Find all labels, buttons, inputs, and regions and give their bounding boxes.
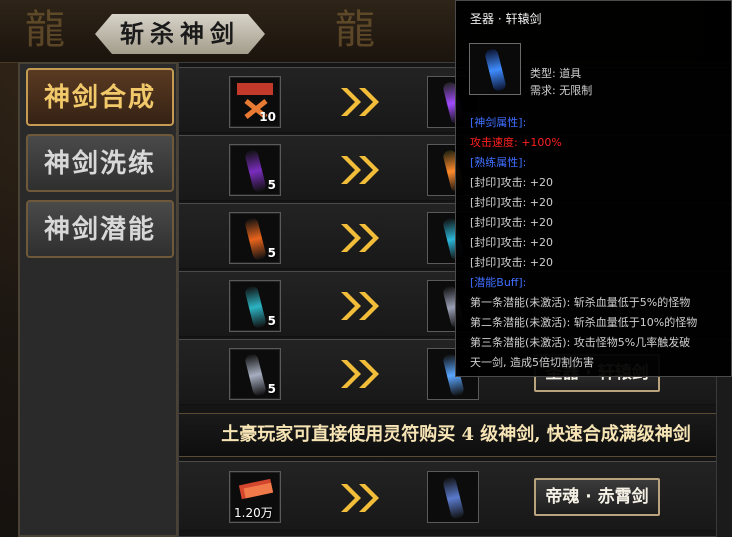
dragon-right-icon: 龍 [335, 7, 375, 53]
tooltip-line: 第二条潜能(未激活): 斩杀血量低于10%的怪物 [470, 316, 698, 329]
tooltip-line: 天一剑, 造成5倍切割伤害 [470, 356, 594, 369]
tab-synthesis[interactable]: 神剑合成 [26, 68, 174, 126]
side-strip [716, 377, 732, 537]
target-slot[interactable] [427, 471, 479, 523]
material-slot[interactable]: 5 [229, 348, 281, 400]
tab-refine[interactable]: 神剑洗练 [26, 134, 174, 192]
purple-sword-icon [244, 149, 267, 193]
price-label: 1.20万 [234, 506, 273, 520]
tab-panel: 神剑合成 神剑洗练 神剑潜能 [18, 62, 178, 537]
tooltip-title: 圣器 · 轩辕剑 [470, 12, 542, 26]
material-slot[interactable]: 5 [229, 144, 281, 196]
material-slot[interactable]: 5 [229, 280, 281, 332]
tooltip-line: [封印]攻击: +20 [470, 236, 553, 249]
material-qty: 5 [267, 178, 276, 192]
tooltip-line: 第三条潜能(未激活): 攻击怪物5%几率触发破 [470, 336, 691, 349]
cyan-sword-icon [244, 285, 267, 329]
tooltip-line: [神剑属性]: [470, 116, 527, 129]
material-qty: 10 [259, 110, 276, 124]
arrow-icon [341, 484, 379, 512]
tooltip-line: [封印]攻击: +20 [470, 196, 553, 209]
material-qty: 5 [267, 246, 276, 260]
tooltip-requirement: 需求: 无限制 [530, 84, 593, 97]
target-sword-icon [442, 476, 465, 520]
promo-banner: 土豪玩家可直接使用灵符购买 4 级神剑, 快速合成满级神剑 [179, 413, 732, 457]
buy-chixiao-button[interactable]: 帝魂 · 赤霄剑 [534, 478, 660, 516]
material-slot[interactable]: 5 [229, 212, 281, 264]
tooltip-line: [潜能Buff]: [470, 276, 527, 289]
tooltip-item-slot [469, 43, 521, 95]
tooltip-line: 攻击速度: +100% [470, 136, 562, 149]
tooltip-line: [封印]攻击: +20 [470, 256, 553, 269]
xuanyuan-sword-icon [484, 48, 507, 92]
tooltip-line: [封印]攻击: +20 [470, 176, 553, 189]
price-slot[interactable]: 1.20万 [229, 471, 281, 523]
arrow-icon [341, 292, 379, 320]
material-slot[interactable]: 10 [229, 76, 281, 128]
item-tooltip: 圣器 · 轩辕剑 类型: 道具 需求: 无限制 [神剑属性]: 攻击速度: +1… [455, 0, 732, 377]
material-qty: 5 [267, 382, 276, 396]
tab-potential[interactable]: 神剑潜能 [26, 200, 174, 258]
tooltip-line: 第一条潜能(未激活): 斩杀血量低于5%的怪物 [470, 296, 691, 309]
talisman-currency-icon [238, 478, 274, 500]
window-title: 斩杀神剑 [120, 19, 240, 48]
title-bar: 龍 龍 斩杀神剑 [0, 0, 465, 63]
tooltip-type: 类型: 道具 [530, 67, 582, 80]
promo-banner-text: 土豪玩家可直接使用灵符购买 4 级神剑, 快速合成满级神剑 [221, 424, 691, 445]
orange-sword-icon [244, 217, 267, 261]
dragon-left-icon: 龍 [25, 7, 65, 53]
arrow-icon [341, 156, 379, 184]
tooltip-line: [封印]攻击: +20 [470, 216, 553, 229]
material-qty: 5 [267, 314, 276, 328]
arrow-icon [341, 224, 379, 252]
tooltip-line: [熟练属性]: [470, 156, 527, 169]
arrow-icon [341, 360, 379, 388]
silver-sword-icon [244, 353, 267, 397]
arrow-icon [341, 88, 379, 116]
buy-row: 1.20万 帝魂 · 赤霄剑 [179, 461, 732, 531]
